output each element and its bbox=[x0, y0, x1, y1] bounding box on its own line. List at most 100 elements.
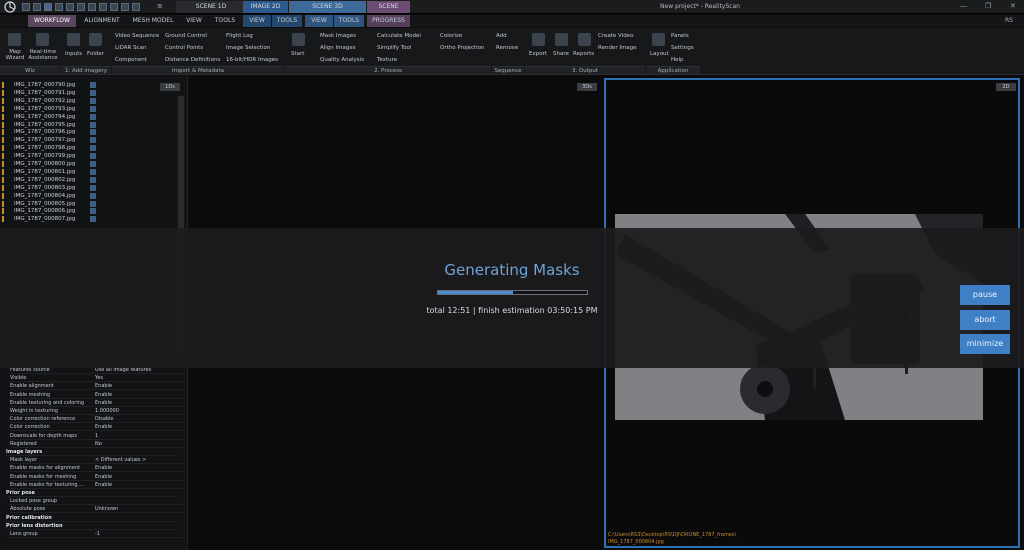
start-icon[interactable] bbox=[292, 33, 305, 46]
property-row[interactable]: Absolute pose Unknown bbox=[10, 505, 182, 514]
layout-icon[interactable] bbox=[99, 3, 107, 11]
include-checkbox[interactable] bbox=[90, 129, 96, 136]
share-button[interactable]: Share bbox=[553, 51, 569, 57]
layout-icon[interactable] bbox=[66, 3, 74, 11]
include-checkbox[interactable] bbox=[90, 208, 96, 215]
include-checkbox[interactable] bbox=[90, 168, 96, 175]
pane-tab-scene1d[interactable]: SCENE 1D bbox=[176, 1, 246, 13]
section-image-layers[interactable]: Image layers bbox=[6, 448, 178, 456]
file-list-item[interactable]: IMG_1787_000791.jpg bbox=[2, 89, 96, 97]
property-row[interactable]: Visible Yes bbox=[10, 374, 182, 383]
layout-button[interactable]: Layout bbox=[650, 51, 669, 57]
lidar-scan-button[interactable]: LiDAR Scan bbox=[115, 45, 146, 51]
pause-button[interactable]: pause bbox=[960, 285, 1010, 305]
section-prior-lens-distortion[interactable]: Prior lens distortion bbox=[6, 522, 178, 530]
share-icon[interactable] bbox=[555, 33, 568, 46]
abort-button[interactable]: abort bbox=[960, 310, 1010, 330]
file-list-item[interactable]: IMG_1787_000804.jpg bbox=[2, 192, 96, 200]
view-badge-1ds[interactable]: 1Ds bbox=[160, 83, 180, 91]
property-value[interactable]: Enable bbox=[95, 423, 112, 431]
tab-alignment[interactable]: ALIGNMENT bbox=[80, 15, 124, 27]
flight-log-button[interactable]: Flight Log bbox=[226, 33, 253, 39]
property-value[interactable]: 1.000000 bbox=[95, 407, 119, 415]
file-list-item[interactable]: IMG_1787_000798.jpg bbox=[2, 144, 96, 152]
layout-icon[interactable] bbox=[44, 3, 52, 11]
view-badge-2d[interactable]: 2D bbox=[996, 83, 1016, 91]
include-checkbox[interactable] bbox=[90, 82, 96, 88]
layout-icon[interactable] bbox=[121, 3, 129, 11]
layout-icon[interactable] bbox=[33, 3, 41, 11]
layout-icon[interactable] bbox=[132, 3, 140, 11]
tab-view[interactable]: VIEW bbox=[180, 15, 208, 27]
tab-tools-2d[interactable]: TOOLS bbox=[272, 15, 302, 27]
more-icon[interactable]: ≡ bbox=[157, 2, 163, 10]
property-row[interactable]: Enable meshing Enable bbox=[10, 391, 182, 399]
settings-button[interactable]: Settings bbox=[671, 45, 694, 51]
property-value[interactable]: Enable bbox=[95, 464, 112, 472]
create-video-button[interactable]: Create Video bbox=[598, 33, 633, 39]
property-row[interactable]: Enable texturing and coloring Enable bbox=[10, 399, 182, 407]
property-row[interactable]: Color correction Enable bbox=[10, 423, 182, 432]
file-list-item[interactable]: IMG_1787_000805.jpg bbox=[2, 200, 96, 208]
include-checkbox[interactable] bbox=[90, 113, 96, 120]
property-value[interactable]: No bbox=[95, 440, 102, 448]
file-list-item[interactable]: IMG_1787_000806.jpg bbox=[2, 207, 96, 215]
property-row[interactable]: Weight in texturing 1.000000 bbox=[10, 407, 182, 415]
property-value[interactable]: Enable bbox=[95, 391, 112, 399]
include-checkbox[interactable] bbox=[90, 216, 96, 223]
file-list-item[interactable]: IMG_1787_000790.jpg bbox=[2, 81, 96, 89]
property-row[interactable]: Locked pose group bbox=[10, 497, 182, 506]
export-icon[interactable] bbox=[532, 33, 545, 46]
sequence-add-button[interactable]: Add bbox=[496, 33, 507, 39]
property-row[interactable]: Registered No bbox=[10, 440, 182, 448]
property-row[interactable]: Color correction reference Disable bbox=[10, 415, 182, 424]
include-checkbox[interactable] bbox=[90, 192, 96, 199]
property-value[interactable]: Yes bbox=[95, 374, 103, 382]
property-value[interactable]: Enable bbox=[95, 473, 112, 481]
image-selection-button[interactable]: Image Selection bbox=[226, 45, 270, 51]
hdr-images-button[interactable]: 16-bit/HDR Images bbox=[226, 57, 278, 63]
sequence-remove-button[interactable]: Remove bbox=[496, 45, 518, 51]
file-list-item[interactable]: IMG_1787_000794.jpg bbox=[2, 113, 96, 121]
include-checkbox[interactable] bbox=[90, 176, 96, 183]
mask-images-button[interactable]: Mask Images bbox=[320, 33, 356, 39]
property-row[interactable]: Downscale for depth maps 1 bbox=[10, 432, 182, 440]
distance-definitions-button[interactable]: Distance Definitions bbox=[165, 57, 220, 63]
property-row[interactable]: Mask layer < Different values > bbox=[10, 456, 182, 465]
video-sequence-button[interactable]: Video Sequence bbox=[115, 33, 159, 39]
map-wizard-icon[interactable] bbox=[8, 33, 21, 46]
assistance-icon[interactable] bbox=[36, 33, 49, 46]
include-checkbox[interactable] bbox=[90, 145, 96, 152]
component-button[interactable]: Component bbox=[115, 57, 147, 63]
tab-progress[interactable]: PROGRESS bbox=[367, 15, 410, 27]
layout-icon[interactable] bbox=[88, 3, 96, 11]
include-checkbox[interactable] bbox=[90, 161, 96, 167]
layout-icon[interactable] bbox=[110, 3, 118, 11]
folder-icon[interactable] bbox=[89, 33, 102, 46]
file-list-item[interactable]: IMG_1787_000796.jpg bbox=[2, 128, 96, 136]
file-list-item[interactable]: IMG_1787_000807.jpg bbox=[2, 215, 96, 223]
export-button[interactable]: Export bbox=[529, 51, 547, 57]
file-list-item[interactable]: IMG_1787_000793.jpg bbox=[2, 105, 96, 113]
calculate-model-button[interactable]: Calculate Model bbox=[377, 33, 421, 39]
include-checkbox[interactable] bbox=[90, 121, 96, 128]
file-list-item[interactable]: IMG_1787_000803.jpg bbox=[2, 184, 96, 192]
texture-button[interactable]: Texture bbox=[377, 57, 397, 63]
property-value[interactable]: Disable bbox=[95, 415, 114, 423]
align-images-button[interactable]: Align Images bbox=[320, 45, 356, 51]
close-window-icon[interactable]: ✕ bbox=[1010, 2, 1016, 10]
property-value[interactable]: Enable bbox=[95, 399, 112, 407]
include-checkbox[interactable] bbox=[90, 97, 96, 104]
pane-tab-scene[interactable]: SCENE bbox=[367, 1, 410, 13]
property-value[interactable]: -1 bbox=[95, 530, 100, 538]
realtime-assistance-button[interactable]: Real-time Assistance bbox=[26, 49, 60, 61]
property-value[interactable]: 1 bbox=[95, 432, 98, 440]
render-image-button[interactable]: Render Image bbox=[598, 45, 637, 51]
ground-control-button[interactable]: Ground Control bbox=[165, 33, 207, 39]
property-row[interactable]: Enable masks for alignment Enable bbox=[10, 464, 182, 473]
file-list-item[interactable]: IMG_1787_000795.jpg bbox=[2, 121, 96, 129]
property-value[interactable]: Enable bbox=[95, 481, 112, 489]
ortho-projection-button[interactable]: Ortho Projection bbox=[440, 45, 485, 51]
reports-icon[interactable] bbox=[578, 33, 591, 46]
include-checkbox[interactable] bbox=[90, 137, 96, 144]
